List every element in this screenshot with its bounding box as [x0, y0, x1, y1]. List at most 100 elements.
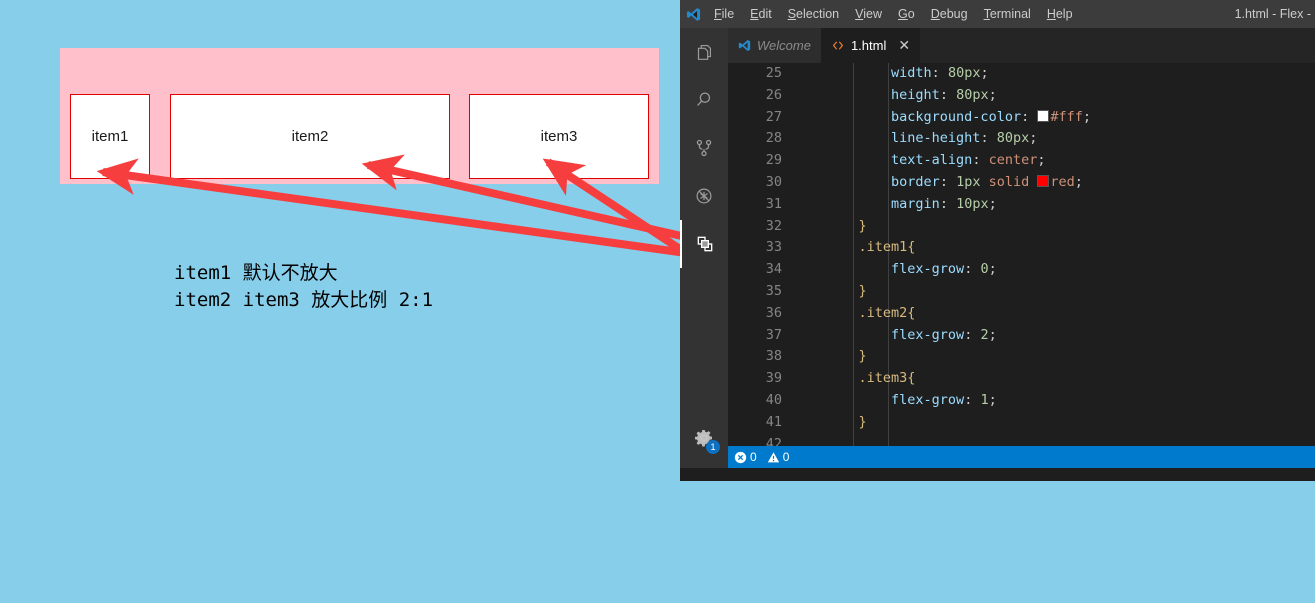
browser-render-area: item1 item2 item3 item1 默认不放大 item2 item… — [0, 0, 680, 603]
code-text: } — [858, 282, 867, 299]
vscode-logo-icon — [738, 39, 751, 52]
menu-terminal[interactable]: Terminal — [976, 0, 1039, 28]
code-text: text-align: center; — [891, 152, 1046, 169]
code-text: line-height: 80px; — [891, 130, 1038, 147]
tab-bar-filler — [920, 28, 1315, 63]
code-line[interactable]: 42 — [728, 434, 1315, 446]
code-text: width: 80px; — [891, 65, 989, 81]
line-number: 31 — [765, 195, 782, 212]
source-control-icon[interactable] — [680, 124, 728, 172]
code-text: border: 1px solid red; — [891, 173, 1083, 190]
code-lines: 25 width: 80px; 26 height: 80px; 27 backgr… — [728, 63, 1315, 446]
menu-debug[interactable]: Debug — [923, 0, 976, 28]
title-bar: File Edit Selection View Go Debug Termin… — [680, 0, 1315, 28]
code-text: height: 80px; — [891, 86, 997, 103]
code-line[interactable]: 39 .item3{ — [728, 368, 1315, 390]
tab-welcome[interactable]: Welcome — [728, 28, 821, 63]
code-line[interactable]: 38 } — [728, 346, 1315, 368]
annotation-note-line1: item1 默认不放大 — [174, 262, 338, 284]
manage-settings-button[interactable]: 1 — [680, 414, 728, 462]
annotation-note-line2: item2 item3 放大比例 2:1 — [174, 289, 434, 311]
code-line[interactable]: 31 margin: 10px; — [728, 194, 1315, 216]
status-errors[interactable]: 0 — [734, 450, 757, 464]
code-line[interactable]: 41 } — [728, 412, 1315, 434]
line-number: 33 — [765, 239, 782, 256]
code-line[interactable]: 28 line-height: 80px; — [728, 128, 1315, 150]
menu-go[interactable]: Go — [890, 0, 923, 28]
code-line[interactable]: 30 border: 1px solid red; — [728, 172, 1315, 194]
status-warnings[interactable]: 0 — [767, 450, 790, 464]
code-text: } — [858, 413, 867, 430]
flex-item-2: item2 — [170, 94, 450, 179]
code-line[interactable]: 37 flex-grow: 2; — [728, 325, 1315, 347]
line-number: 38 — [765, 348, 782, 365]
vscode-logo-icon — [680, 7, 706, 22]
flex-item-3-label: item3 — [540, 128, 578, 145]
menu-help[interactable]: Help — [1039, 0, 1081, 28]
line-number: 39 — [765, 370, 782, 387]
run-debug-icon[interactable] — [680, 172, 728, 220]
code-text: flex-grow: 2; — [891, 326, 997, 343]
code-line[interactable]: 33 .item1{ — [728, 237, 1315, 259]
code-line[interactable]: 27 background-color: #fff; — [728, 107, 1315, 129]
code-text: margin: 10px; — [891, 195, 997, 212]
menu-view[interactable]: View — [847, 0, 890, 28]
code-text: flex-grow: 1; — [891, 391, 997, 408]
code-editor[interactable]: 25 width: 80px; 26 height: 80px; 27 backgr… — [728, 63, 1315, 446]
code-text: .item2{ — [858, 304, 916, 321]
code-line[interactable]: 25 width: 80px; — [728, 63, 1315, 85]
line-number: 27 — [765, 108, 782, 125]
extensions-icon[interactable] — [680, 220, 728, 268]
line-number: 32 — [765, 217, 782, 234]
code-text: .item1{ — [858, 239, 916, 256]
line-number: 30 — [765, 173, 782, 190]
window-title: 1.html - Flex - — [1234, 7, 1311, 21]
line-number: 41 — [765, 413, 782, 430]
line-number: 34 — [765, 261, 782, 278]
vscode-window: File Edit Selection View Go Debug Termin… — [680, 0, 1315, 481]
code-line[interactable]: 29 text-align: center; — [728, 150, 1315, 172]
status-error-count: 0 — [750, 450, 757, 464]
editor-column: Welcome 1.html ✕ 25 width: 80px; 26 heig… — [728, 28, 1315, 468]
line-number: 25 — [765, 65, 782, 81]
code-line[interactable]: 26 height: 80px; — [728, 85, 1315, 107]
status-warning-count: 0 — [782, 450, 790, 464]
line-number: 36 — [765, 304, 782, 321]
flex-item-1-label: item1 — [91, 128, 129, 145]
line-number: 40 — [765, 391, 782, 408]
code-text: .item3{ — [858, 370, 916, 387]
flex-item-1: item1 — [70, 94, 150, 179]
code-text: flex-grow: 0; — [891, 261, 997, 278]
line-number: 37 — [765, 326, 782, 343]
settings-badge: 1 — [706, 440, 720, 454]
code-line[interactable]: 36 .item2{ — [728, 303, 1315, 325]
close-icon[interactable]: ✕ — [898, 37, 910, 54]
tab-bar: Welcome 1.html ✕ — [728, 28, 1315, 63]
activity-bar: 1 — [680, 28, 728, 468]
line-number: 29 — [765, 152, 782, 169]
status-bar: 0 0 — [728, 446, 1315, 468]
line-number: 28 — [765, 130, 782, 147]
tab-welcome-label: Welcome — [757, 38, 811, 53]
flex-item-2-label: item2 — [291, 128, 329, 145]
warning-triangle-icon — [767, 451, 779, 462]
line-number: 35 — [765, 282, 782, 299]
code-line[interactable]: 32 } — [728, 216, 1315, 238]
menu-selection[interactable]: Selection — [780, 0, 847, 28]
line-number: 42 — [765, 435, 782, 446]
code-line[interactable]: 40 flex-grow: 1; — [728, 390, 1315, 412]
line-number: 26 — [765, 86, 782, 103]
code-text: } — [858, 348, 867, 365]
menu-edit[interactable]: Edit — [742, 0, 780, 28]
vscode-body: 1 Welcome 1.html ✕ 25 width: 80px; 26 he… — [680, 28, 1315, 468]
code-line[interactable]: 34 flex-grow: 0; — [728, 259, 1315, 281]
search-icon[interactable] — [680, 76, 728, 124]
flex-item-3: item3 — [469, 94, 649, 179]
files-icon[interactable] — [680, 28, 728, 76]
code-text: } — [858, 217, 867, 234]
tab-1html[interactable]: 1.html ✕ — [820, 28, 921, 63]
menu-file[interactable]: File — [706, 0, 742, 28]
code-line[interactable]: 35 } — [728, 281, 1315, 303]
error-circle-icon — [734, 451, 747, 463]
annotation-note: item1 默认不放大 item2 item3 放大比例 2:1 — [174, 260, 433, 314]
